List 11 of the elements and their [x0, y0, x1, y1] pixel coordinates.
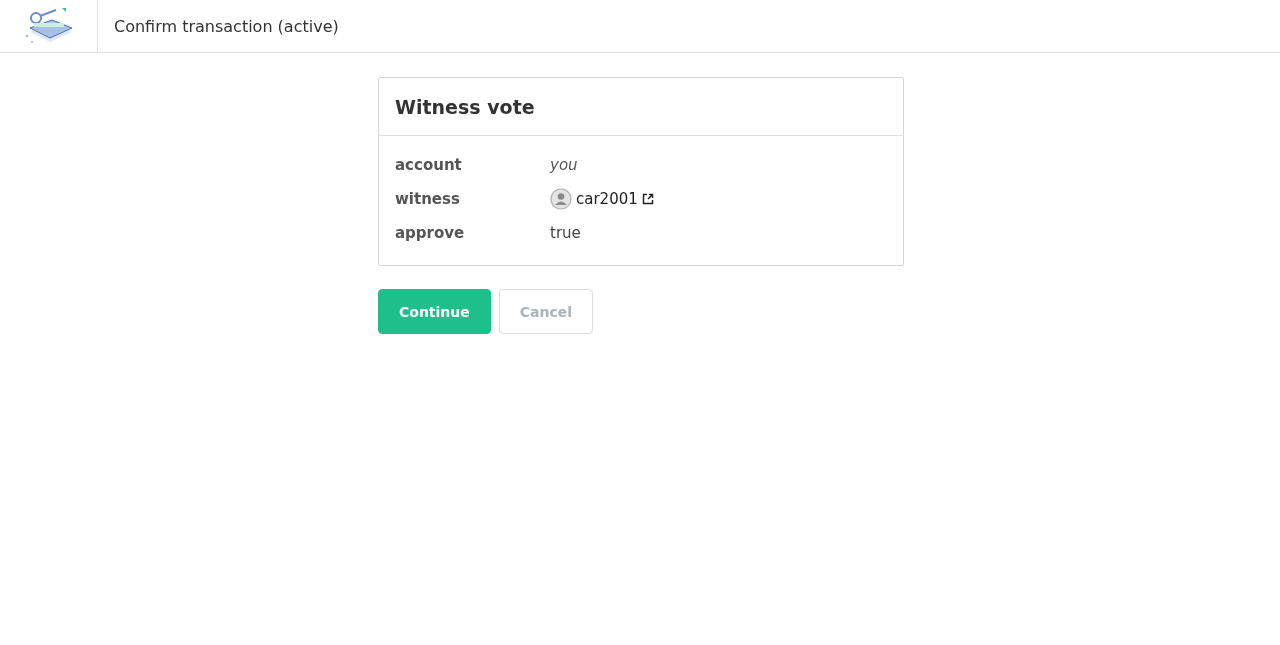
- field-label: approve: [395, 223, 466, 242]
- field-value: you: [550, 155, 578, 174]
- page-title: Confirm transaction (active): [114, 16, 339, 36]
- avatar-icon: [550, 187, 572, 210]
- field-value: true: [550, 223, 581, 242]
- field-label: account: [395, 155, 463, 174]
- card-title: Witness vote: [379, 78, 903, 136]
- external-link-icon[interactable]: [641, 192, 654, 205]
- continue-button[interactable]: Continue: [378, 289, 491, 334]
- witness-link[interactable]: car2001: [576, 189, 638, 208]
- field-label: witness: [395, 189, 461, 208]
